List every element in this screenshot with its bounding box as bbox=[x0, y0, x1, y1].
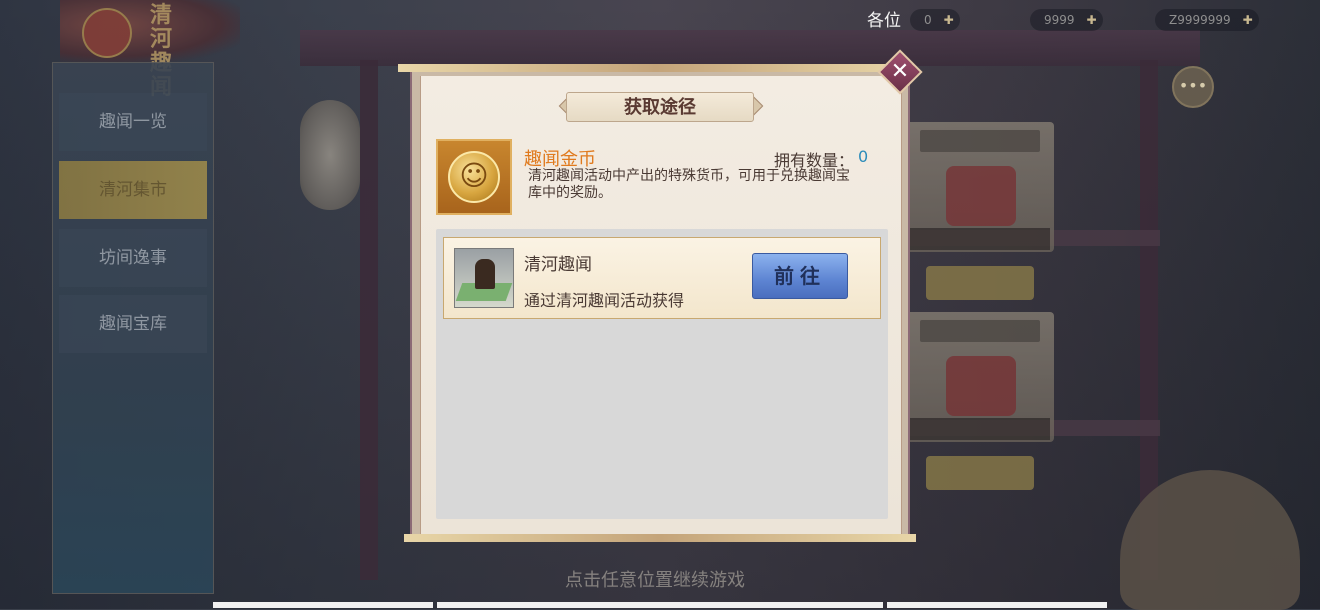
nav-item-treasury[interactable]: 趣闻宝库 bbox=[59, 295, 207, 353]
shop-card-label bbox=[920, 320, 1040, 342]
background-shop-card bbox=[906, 312, 1054, 442]
background-shop-card bbox=[906, 122, 1054, 252]
background-lantern bbox=[300, 100, 360, 210]
gold-coin-icon: ☺ bbox=[436, 139, 512, 215]
nav-item-overview[interactable]: 趣闻一览 bbox=[59, 93, 207, 151]
go-button[interactable]: 前往 bbox=[752, 253, 848, 299]
shop-card-label bbox=[920, 130, 1040, 152]
top-title: 各位 bbox=[867, 11, 901, 31]
event-logo: 清河趣闻 bbox=[60, 0, 240, 100]
close-icon[interactable]: ✕ bbox=[884, 56, 916, 88]
resource-gem[interactable]: 9999 ✚ bbox=[1030, 9, 1103, 31]
coin-face: ☺ bbox=[459, 159, 489, 192]
modal-title: 获取途径 bbox=[566, 92, 754, 122]
coin-shape: ☺ bbox=[448, 151, 500, 203]
plus-icon[interactable]: ✚ bbox=[1086, 9, 1096, 31]
resource-gold[interactable]: 0 ✚ bbox=[910, 9, 960, 31]
background-pillar bbox=[360, 60, 378, 580]
shop-card-caption bbox=[910, 228, 1050, 250]
background-notice bbox=[355, 21, 605, 43]
bottom-divider bbox=[437, 602, 883, 608]
nav-item-anecdotes[interactable]: 坊间逸事 bbox=[59, 229, 207, 287]
modal-top-trim bbox=[398, 64, 914, 72]
resource-value: Z9999999 bbox=[1169, 13, 1231, 27]
background-price bbox=[926, 266, 1034, 300]
bottom-divider bbox=[887, 602, 1107, 608]
event-scene-icon bbox=[454, 248, 514, 308]
nav-item-market[interactable]: 清河集市 bbox=[59, 161, 207, 219]
shop-card-art bbox=[946, 166, 1016, 226]
chat-icon[interactable]: ••• bbox=[1172, 66, 1214, 108]
plus-icon[interactable]: ✚ bbox=[1243, 9, 1253, 31]
owned-value: 0 bbox=[858, 147, 869, 166]
continue-hint: 点击任意位置继续游戏 bbox=[565, 570, 745, 591]
resource-value: 0 bbox=[924, 13, 932, 27]
modal-bottom-trim bbox=[404, 534, 916, 542]
source-name: 清河趣闻 bbox=[524, 255, 592, 275]
scene-figure bbox=[475, 259, 495, 289]
bottom-divider bbox=[213, 602, 433, 608]
resource-value: 9999 bbox=[1044, 13, 1075, 27]
source-description: 通过清河趣闻活动获得 bbox=[524, 291, 685, 310]
resource-token[interactable]: Z9999999 ✚ bbox=[1155, 9, 1259, 31]
shop-card-art bbox=[946, 356, 1016, 416]
left-nav: 趣闻一览 清河集市 坊间逸事 趣闻宝库 bbox=[52, 62, 214, 594]
shop-card-caption bbox=[910, 418, 1050, 440]
item-description: 清河趣闻活动中产出的特殊货币，可用于兑换趣闻宝库中的奖励。 bbox=[528, 168, 850, 201]
logo-emblem-icon bbox=[82, 8, 132, 58]
plus-icon[interactable]: ✚ bbox=[944, 9, 954, 31]
background-price bbox=[926, 456, 1034, 490]
